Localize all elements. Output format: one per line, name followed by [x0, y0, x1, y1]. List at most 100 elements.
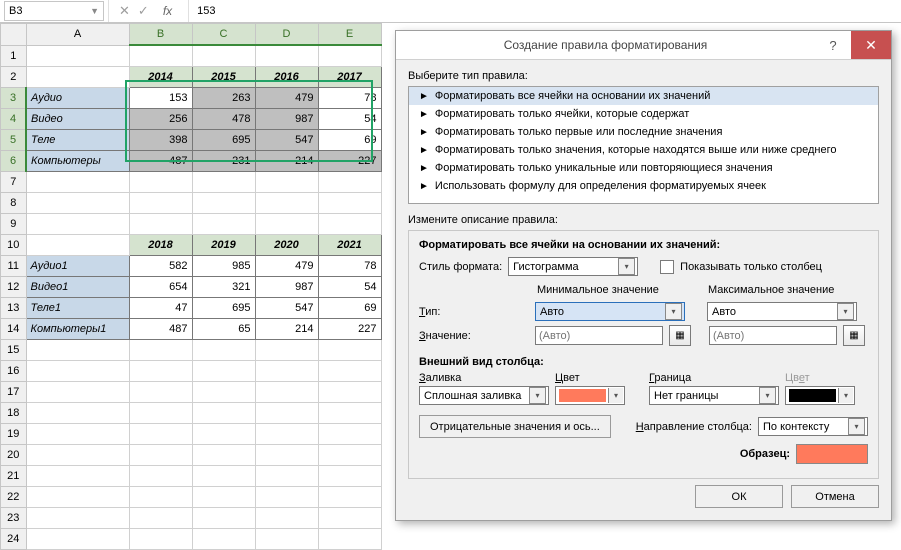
- table1-cell[interactable]: 695: [192, 129, 255, 150]
- row-header[interactable]: 20: [1, 444, 27, 465]
- table2-label[interactable]: Аудио1: [26, 255, 129, 276]
- table1-label[interactable]: Аудио: [26, 87, 129, 108]
- table1-cell[interactable]: 398: [129, 129, 192, 150]
- col-header-B[interactable]: B: [129, 24, 192, 46]
- range-picker-icon[interactable]: ▦: [669, 325, 691, 346]
- show-bar-only-checkbox[interactable]: [660, 260, 674, 274]
- table2-cell[interactable]: 321: [192, 276, 255, 297]
- row-header[interactable]: 24: [1, 528, 27, 549]
- table1-header[interactable]: 2014: [129, 66, 192, 87]
- row-header[interactable]: 4: [1, 108, 27, 129]
- table1-cell[interactable]: 547: [255, 129, 318, 150]
- table1-cell[interactable]: 478: [192, 108, 255, 129]
- col-header-A[interactable]: A: [26, 24, 129, 46]
- row-header[interactable]: 1: [1, 45, 27, 66]
- table2-cell[interactable]: 547: [255, 297, 318, 318]
- table1-cell[interactable]: 153: [129, 87, 192, 108]
- row-header[interactable]: 16: [1, 360, 27, 381]
- row-header[interactable]: 23: [1, 507, 27, 528]
- table1-cell[interactable]: 256: [129, 108, 192, 129]
- row-header[interactable]: 11: [1, 255, 27, 276]
- rule-type-item[interactable]: ►Форматировать только уникальные или пов…: [409, 159, 878, 177]
- row-header[interactable]: 12: [1, 276, 27, 297]
- table2-cell[interactable]: 487: [129, 318, 192, 339]
- table2-header[interactable]: 2019: [192, 234, 255, 255]
- row-header[interactable]: 19: [1, 423, 27, 444]
- table2-cell[interactable]: 695: [192, 297, 255, 318]
- row-header[interactable]: 22: [1, 486, 27, 507]
- table2-cell[interactable]: 78: [318, 255, 381, 276]
- table2-label[interactable]: Теле1: [26, 297, 129, 318]
- table1-cell[interactable]: 214: [255, 150, 318, 171]
- row-header[interactable]: 5: [1, 129, 27, 150]
- close-icon[interactable]: ✕: [851, 31, 891, 59]
- table2-cell[interactable]: 47: [129, 297, 192, 318]
- table1-label[interactable]: Видео: [26, 108, 129, 129]
- table2-cell[interactable]: 69: [318, 297, 381, 318]
- spreadsheet-grid[interactable]: A B C D E 1 2 2014 2015 2016 2017 3 Ауди…: [0, 23, 382, 550]
- table1-cell[interactable]: 78: [318, 87, 381, 108]
- table1-cell[interactable]: 227: [318, 150, 381, 171]
- table1-cell[interactable]: 231: [192, 150, 255, 171]
- rule-type-item[interactable]: ►Форматировать только первые или последн…: [409, 123, 878, 141]
- table1-cell[interactable]: 479: [255, 87, 318, 108]
- row-header[interactable]: 8: [1, 192, 27, 213]
- table2-cell[interactable]: 227: [318, 318, 381, 339]
- border-select[interactable]: Нет границы▾: [649, 386, 779, 405]
- format-style-select[interactable]: Гистограмма▾: [508, 257, 638, 276]
- cancel-icon[interactable]: ✕: [119, 3, 130, 19]
- fill-color-select[interactable]: ▾: [555, 386, 625, 405]
- rule-type-item[interactable]: ►Форматировать только значения, которые …: [409, 141, 878, 159]
- row-header[interactable]: 3: [1, 87, 27, 108]
- range-picker-icon[interactable]: ▦: [843, 325, 865, 346]
- table2-cell[interactable]: 54: [318, 276, 381, 297]
- table2-cell[interactable]: 985: [192, 255, 255, 276]
- rule-type-item[interactable]: ►Форматировать только ячейки, которые со…: [409, 105, 878, 123]
- fx-icon[interactable]: fx: [157, 4, 178, 18]
- cancel-button[interactable]: Отмена: [791, 485, 879, 508]
- row-header[interactable]: 15: [1, 339, 27, 360]
- row-header[interactable]: 6: [1, 150, 27, 171]
- table1-label[interactable]: Компьютеры: [26, 150, 129, 171]
- row-header[interactable]: 7: [1, 171, 27, 192]
- rule-type-list[interactable]: ►Форматировать все ячейки на основании и…: [408, 86, 879, 204]
- min-type-select[interactable]: Авто▾: [535, 302, 685, 321]
- max-type-select[interactable]: Авто▾: [707, 302, 857, 321]
- table2-cell[interactable]: 65: [192, 318, 255, 339]
- table2-header[interactable]: 2021: [318, 234, 381, 255]
- table1-cell[interactable]: 69: [318, 129, 381, 150]
- row-header[interactable]: 18: [1, 402, 27, 423]
- row-header[interactable]: 21: [1, 465, 27, 486]
- row-header[interactable]: 14: [1, 318, 27, 339]
- table1-header[interactable]: 2017: [318, 66, 381, 87]
- negative-values-button[interactable]: Отрицательные значения и ось...: [419, 415, 611, 438]
- table2-cell[interactable]: 479: [255, 255, 318, 276]
- rule-type-item[interactable]: ►Использовать формулу для определения фо…: [409, 177, 878, 195]
- table2-cell[interactable]: 582: [129, 255, 192, 276]
- accept-icon[interactable]: ✓: [138, 3, 149, 19]
- table2-label[interactable]: Компьютеры1: [26, 318, 129, 339]
- table1-cell[interactable]: 487: [129, 150, 192, 171]
- row-header[interactable]: 2: [1, 66, 27, 87]
- row-header[interactable]: 17: [1, 381, 27, 402]
- name-box[interactable]: B3 ▼: [4, 1, 104, 21]
- table2-label[interactable]: Видео1: [26, 276, 129, 297]
- table1-cell[interactable]: 54: [318, 108, 381, 129]
- border-color-select[interactable]: ▾: [785, 386, 855, 405]
- table1-cell[interactable]: 263: [192, 87, 255, 108]
- table1-header[interactable]: 2015: [192, 66, 255, 87]
- table2-header[interactable]: 2018: [129, 234, 192, 255]
- table2-cell[interactable]: 214: [255, 318, 318, 339]
- table1-cell[interactable]: 987: [255, 108, 318, 129]
- formula-input[interactable]: 153: [188, 0, 901, 22]
- min-value-input[interactable]: [535, 326, 663, 345]
- help-icon[interactable]: ?: [815, 38, 851, 53]
- row-header[interactable]: 13: [1, 297, 27, 318]
- col-header-E[interactable]: E: [318, 24, 381, 46]
- ok-button[interactable]: ОК: [695, 485, 783, 508]
- rule-type-item[interactable]: ►Форматировать все ячейки на основании и…: [409, 87, 878, 105]
- table2-cell[interactable]: 654: [129, 276, 192, 297]
- fill-select[interactable]: Сплошная заливка▾: [419, 386, 549, 405]
- dialog-titlebar[interactable]: Создание правила форматирования ? ✕: [396, 31, 891, 60]
- row-header[interactable]: 10: [1, 234, 27, 255]
